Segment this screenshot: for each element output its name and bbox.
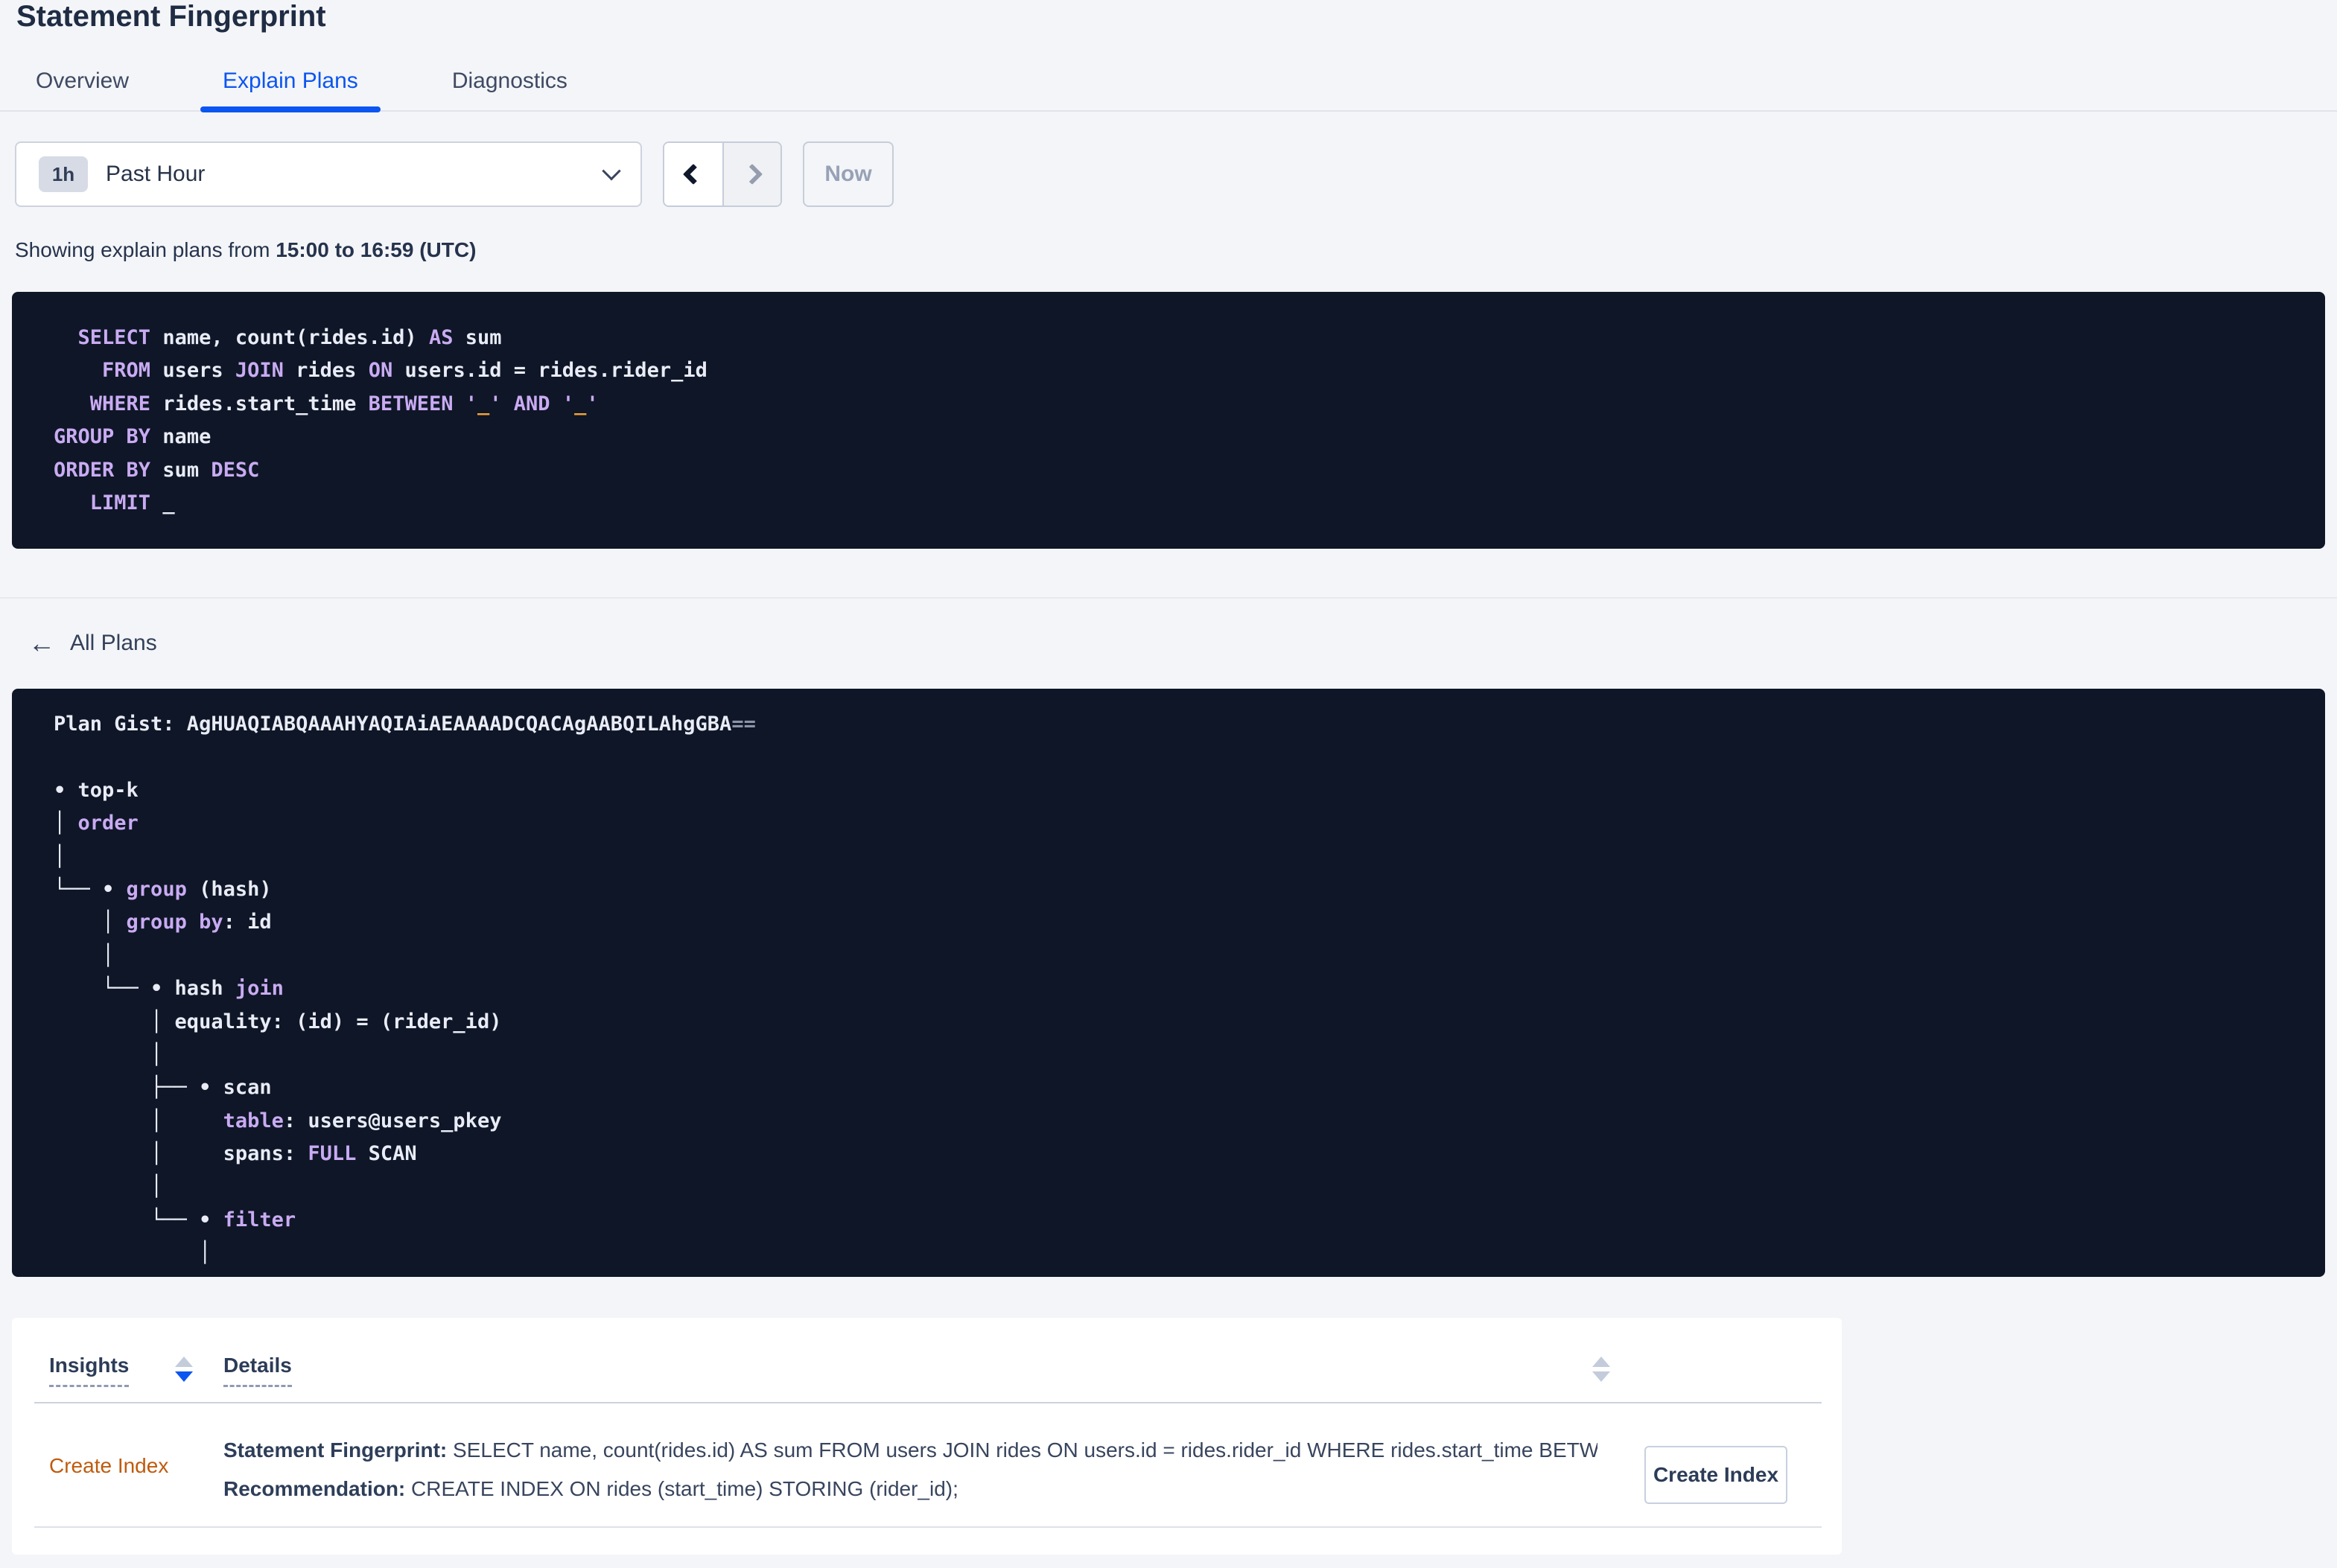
next-time-button[interactable] — [722, 143, 780, 205]
header-divider — [34, 1402, 1822, 1403]
insight-details-cell: Statement Fingerprint: SELECT name, coun… — [223, 1437, 1597, 1502]
time-selector-row: 1h Past Hour Now — [15, 141, 894, 207]
section-divider — [0, 597, 2337, 599]
prev-time-button[interactable] — [664, 143, 722, 205]
time-range-badge: 1h — [39, 156, 88, 192]
statement-sql-box: SELECT name, count(rides.id) AS sum FROM… — [12, 292, 2325, 549]
recommendation-text: CREATE INDEX ON rides (start_time) STORI… — [405, 1477, 958, 1500]
tab-explain-plans[interactable]: Explain Plans — [200, 68, 381, 112]
recommendation-line: Recommendation: CREATE INDEX ON rides (s… — [223, 1476, 1597, 1502]
time-nav-button-group — [663, 141, 782, 207]
sort-icon-details[interactable] — [1592, 1357, 1611, 1382]
statement-fingerprint-page: Statement Fingerprint Overview Explain P… — [0, 0, 2337, 1568]
sort-asc-icon — [1592, 1357, 1610, 1367]
sort-icon-insights[interactable] — [174, 1357, 194, 1382]
all-plans-label: All Plans — [70, 631, 157, 655]
column-header-details[interactable]: Details — [223, 1354, 292, 1387]
showing-prefix: Showing explain plans from — [15, 238, 276, 261]
tab-diagnostics[interactable]: Diagnostics — [452, 68, 567, 110]
plan-gist-box: Plan Gist: AgHUAQIABQAAAHYAQIAiAEAAAADCQ… — [12, 689, 2325, 1277]
column-header-insights[interactable]: Insights — [49, 1354, 130, 1387]
all-plans-back-link[interactable]: ← All Plans — [28, 630, 157, 657]
create-index-button[interactable]: Create Index — [1644, 1446, 1787, 1504]
insights-column-label: Insights — [49, 1354, 130, 1387]
sort-asc-icon — [175, 1357, 193, 1367]
recommendation-label: Recommendation: — [223, 1477, 406, 1500]
time-range-select[interactable]: 1h Past Hour — [15, 141, 642, 207]
insights-card: Insights Details Create Index Statement … — [12, 1318, 1842, 1555]
insight-create-index-link[interactable]: Create Index — [49, 1454, 168, 1478]
chevron-down-icon — [602, 162, 621, 181]
fingerprint-label: Statement Fingerprint: — [223, 1438, 448, 1462]
tab-overview[interactable]: Overview — [36, 68, 129, 110]
fingerprint-text: SELECT name, count(rides.id) AS sum FROM… — [447, 1438, 1597, 1462]
fingerprint-line: Statement Fingerprint: SELECT name, coun… — [223, 1437, 1597, 1464]
showing-range: 15:00 to 16:59 (UTC) — [276, 238, 477, 261]
sort-desc-icon — [175, 1371, 193, 1382]
time-range-label: Past Hour — [106, 162, 206, 186]
now-button[interactable]: Now — [803, 141, 894, 207]
details-column-label: Details — [223, 1354, 292, 1387]
arrow-left-icon: ← — [28, 628, 55, 658]
tab-bar: Overview Explain Plans Diagnostics — [0, 68, 2337, 112]
showing-range-text: Showing explain plans from 15:00 to 16:5… — [15, 238, 476, 262]
chevron-left-icon — [682, 163, 705, 185]
sort-desc-icon — [1592, 1371, 1610, 1382]
page-title: Statement Fingerprint — [16, 0, 326, 33]
chevron-right-icon — [741, 163, 763, 185]
row-divider — [34, 1526, 1822, 1528]
